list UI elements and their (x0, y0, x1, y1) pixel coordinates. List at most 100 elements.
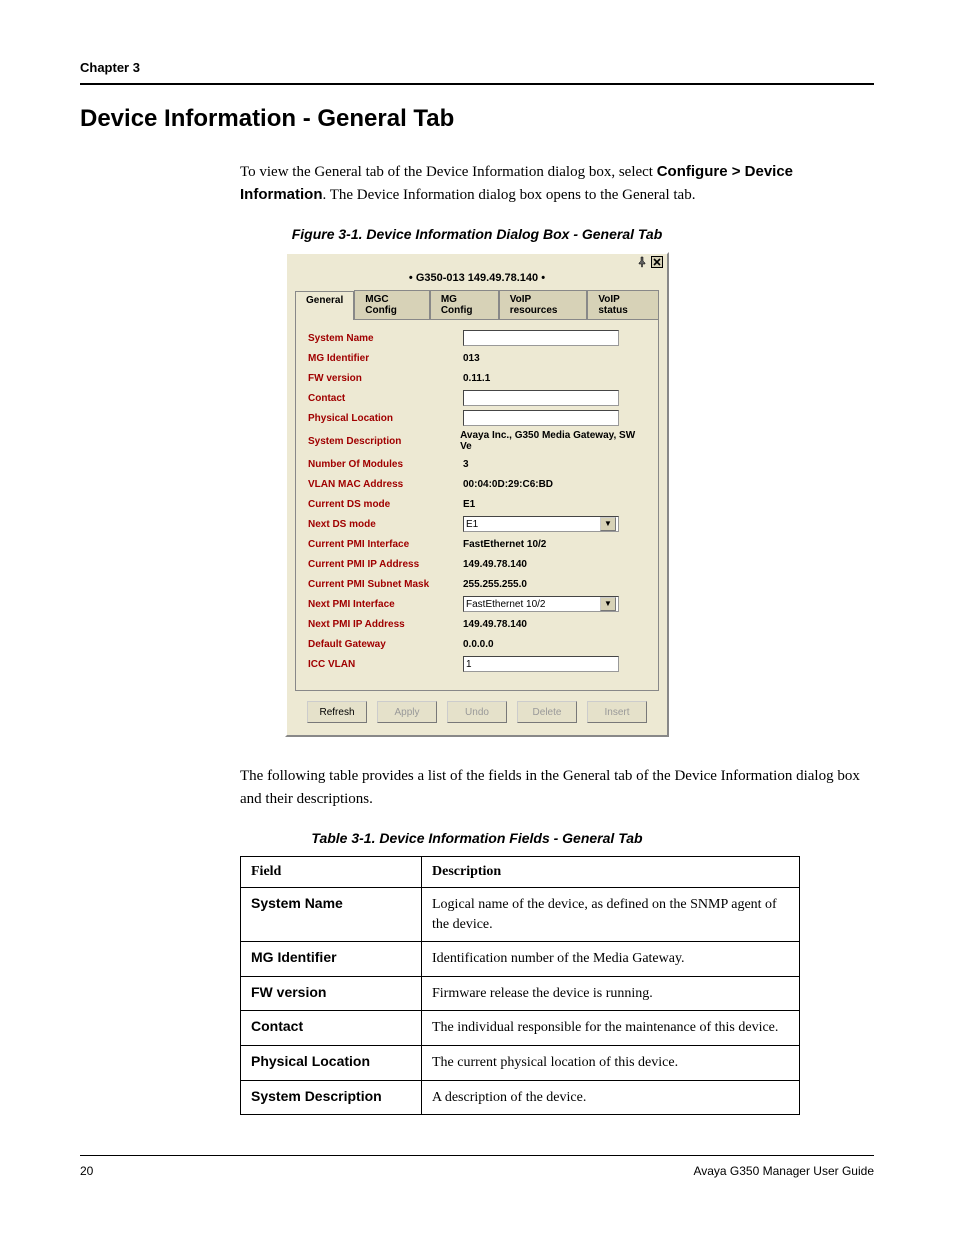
tab-voip-status[interactable]: VoIP status (587, 290, 659, 319)
field-row: Current PMI IP Address149.49.78.140 (308, 556, 646, 572)
field-value: 149.49.78.140 (463, 619, 527, 630)
pin-icon[interactable] (636, 256, 651, 267)
para-2: The following table provides a list of t… (240, 765, 874, 810)
field-label: Current DS mode (308, 499, 463, 510)
cell-field: Physical Location (241, 1045, 422, 1080)
field-label: VLAN MAC Address (308, 479, 463, 490)
table-row: ContactThe individual responsible for th… (241, 1011, 800, 1046)
field-row: Next PMI InterfaceFastEthernet 10/2 ▼ (308, 596, 646, 612)
field-label: System Description (308, 436, 460, 447)
dialog-title: • G350-013 149.49.78.140 • (287, 268, 667, 290)
apply-button: Apply (377, 701, 437, 723)
cell-field: MG Identifier (241, 942, 422, 977)
table-row: MG IdentifierIdentification number of th… (241, 942, 800, 977)
field-row: MG Identifier013 (308, 350, 646, 366)
cell-field: System Name (241, 888, 422, 942)
field-label: System Name (308, 333, 463, 344)
table-caption: Table 3-1. Device Information Fields - G… (80, 830, 874, 846)
field-row: System DescriptionAvaya Inc., G350 Media… (308, 430, 646, 452)
delete-button: Delete (517, 701, 577, 723)
undo-button: Undo (447, 701, 507, 723)
cell-desc: The individual responsible for the maint… (422, 1011, 800, 1046)
field-label: Number Of Modules (308, 459, 463, 470)
field-label: Current PMI Interface (308, 539, 463, 550)
close-icon[interactable] (651, 256, 663, 267)
field-row: Physical Location (308, 410, 646, 426)
cell-desc: Identification number of the Media Gatew… (422, 942, 800, 977)
tab-mgc-config[interactable]: MGC Config (354, 290, 430, 319)
field-label: FW version (308, 373, 463, 384)
field-row: Next DS modeE1▼ (308, 516, 646, 532)
table-row: Physical LocationThe current physical lo… (241, 1045, 800, 1080)
text-input[interactable]: 1 (463, 656, 619, 672)
text-input[interactable] (463, 330, 619, 346)
cell-desc: Logical name of the device, as defined o… (422, 888, 800, 942)
table-row: FW versionFirmware release the device is… (241, 976, 800, 1011)
intro-pre: To view the General tab of the Device In… (240, 164, 657, 180)
field-value: 255.255.255.0 (463, 579, 527, 590)
select-value: FastEthernet 10/2 (466, 599, 546, 610)
field-row: Default Gateway0.0.0.0 (308, 636, 646, 652)
footer-doc-title: Avaya G350 Manager User Guide (693, 1164, 874, 1178)
fields-table: Field Description System NameLogical nam… (240, 856, 800, 1115)
field-label: Next PMI IP Address (308, 619, 463, 630)
insert-button: Insert (587, 701, 647, 723)
field-value: 013 (463, 353, 480, 364)
text-input[interactable] (463, 410, 619, 426)
field-label: Current PMI Subnet Mask (308, 579, 463, 590)
field-row: Current DS modeE1 (308, 496, 646, 512)
text-input[interactable] (463, 390, 619, 406)
field-row: VLAN MAC Address00:04:0D:29:C6:BD (308, 476, 646, 492)
cell-desc: A description of the device. (422, 1080, 800, 1115)
page-number: 20 (80, 1164, 93, 1178)
field-value: 0.0.0.0 (463, 639, 494, 650)
field-label: Next PMI Interface (308, 599, 463, 610)
field-row: Current PMI Subnet Mask255.255.255.0 (308, 576, 646, 592)
figure-caption: Figure 3-1. Device Information Dialog Bo… (80, 226, 874, 242)
cell-field: Contact (241, 1011, 422, 1046)
table-row: System NameLogical name of the device, a… (241, 888, 800, 942)
field-label: Default Gateway (308, 639, 463, 650)
dialog-buttons: Refresh Apply Undo Delete Insert (287, 691, 667, 735)
field-value: Avaya Inc., G350 Media Gateway, SW Ve (460, 430, 646, 452)
header-rule (80, 83, 874, 85)
field-row: ICC VLAN1 (308, 656, 646, 672)
cell-field: FW version (241, 976, 422, 1011)
page-footer: 20 Avaya G350 Manager User Guide (80, 1155, 874, 1178)
tab-mg-config[interactable]: MG Config (430, 290, 499, 319)
cell-field: System Description (241, 1080, 422, 1115)
select-input[interactable]: E1▼ (463, 516, 619, 532)
field-label: Next DS mode (308, 519, 463, 530)
intro-post: . The Device Information dialog box open… (323, 187, 696, 203)
select-input[interactable]: FastEthernet 10/2 ▼ (463, 596, 619, 612)
th-field: Field (241, 857, 422, 888)
cell-desc: Firmware release the device is running. (422, 976, 800, 1011)
field-label: Physical Location (308, 413, 463, 424)
field-row: System Name (308, 330, 646, 346)
refresh-button[interactable]: Refresh (307, 701, 367, 723)
th-desc: Description (422, 857, 800, 888)
field-label: Current PMI IP Address (308, 559, 463, 570)
field-label: Contact (308, 393, 463, 404)
dialog-tabs: GeneralMGC ConfigMG ConfigVoIP resources… (287, 290, 667, 319)
device-info-dialog: • G350-013 149.49.78.140 • GeneralMGC Co… (285, 252, 669, 737)
dialog-content: System NameMG Identifier013FW version0.1… (295, 319, 659, 691)
field-label: ICC VLAN (308, 659, 463, 670)
chevron-down-icon[interactable]: ▼ (600, 597, 616, 611)
intro-paragraph: To view the General tab of the Device In… (240, 161, 874, 206)
field-value: 3 (463, 459, 469, 470)
field-value: 0.11.1 (463, 373, 490, 384)
tab-general[interactable]: General (295, 291, 354, 320)
field-value: 149.49.78.140 (463, 559, 527, 570)
field-value: E1 (463, 499, 475, 510)
cell-desc: The current physical location of this de… (422, 1045, 800, 1080)
field-value: FastEthernet 10/2 (463, 539, 546, 550)
tab-voip-resources[interactable]: VoIP resources (499, 290, 588, 319)
field-row: Current PMI InterfaceFastEthernet 10/2 (308, 536, 646, 552)
chevron-down-icon[interactable]: ▼ (600, 517, 616, 531)
field-row: Number Of Modules3 (308, 456, 646, 472)
table-row: System DescriptionA description of the d… (241, 1080, 800, 1115)
field-label: MG Identifier (308, 353, 463, 364)
page-title: Device Information - General Tab (80, 105, 874, 133)
field-row: FW version0.11.1 (308, 370, 646, 386)
